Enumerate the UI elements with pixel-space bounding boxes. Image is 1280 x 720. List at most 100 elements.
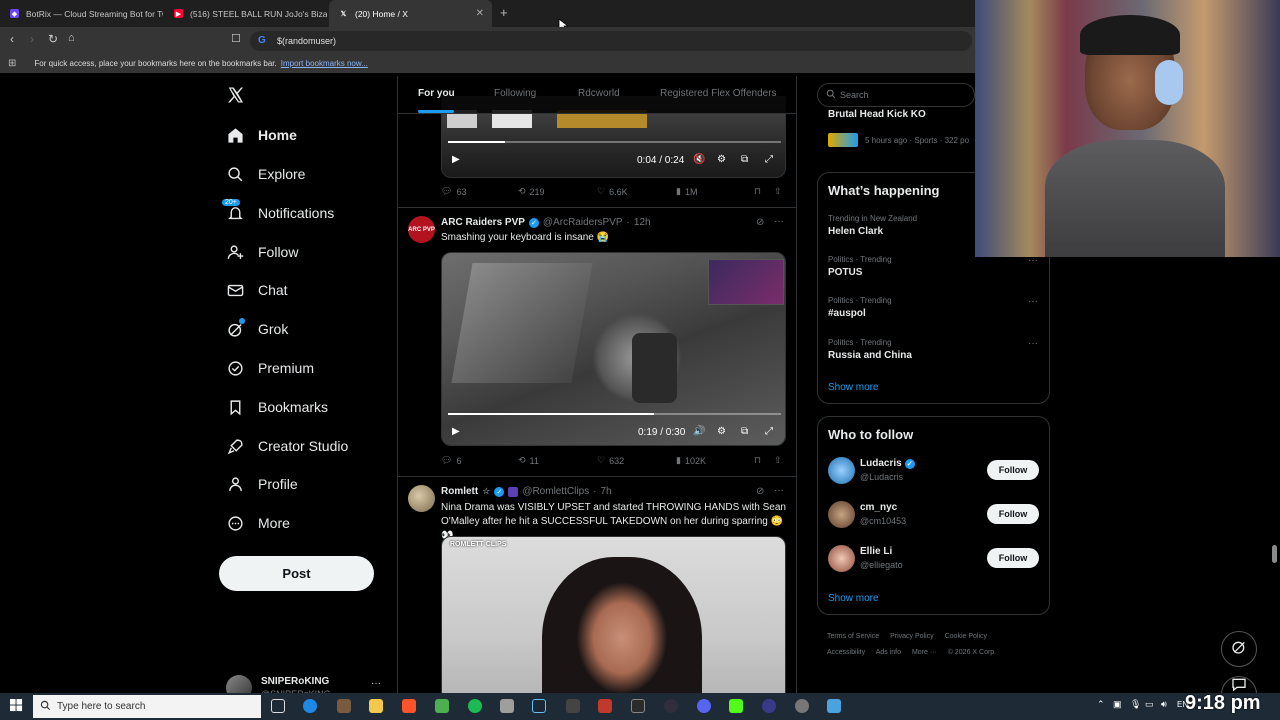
import-bookmarks-link[interactable]: Import bookmarks now... xyxy=(281,59,368,68)
app-icon[interactable] xyxy=(598,699,612,713)
browser-tab-x-home[interactable]: 𝕏 (20) Home / X ✕ xyxy=(329,0,492,27)
nav-explore[interactable]: Explore xyxy=(226,162,305,186)
tweet-time[interactable]: 12h xyxy=(634,217,651,228)
reply-action[interactable]: 💬︎ 6 xyxy=(441,455,461,466)
task-view-icon[interactable] xyxy=(271,699,285,713)
app-icon[interactable] xyxy=(435,699,449,713)
file-explorer-icon[interactable] xyxy=(369,699,383,713)
show-more-link[interactable]: Show more xyxy=(828,593,879,604)
app-icon[interactable] xyxy=(500,699,514,713)
grok-analyze-icon[interactable]: ⊘ xyxy=(756,217,764,228)
more-options-icon[interactable]: ··· xyxy=(774,216,784,227)
nav-profile[interactable]: Profile xyxy=(226,472,298,496)
app-icon[interactable] xyxy=(795,699,809,713)
footer-link-accessibility[interactable]: Accessibility xyxy=(827,649,865,656)
post-button[interactable]: Post xyxy=(219,556,374,591)
tweet-video[interactable]: ▶ 0:19 / 0:30 🔊 ⚙ ⧉ ⤢ xyxy=(441,252,786,446)
nav-home[interactable]: Home xyxy=(226,123,297,147)
author-name[interactable]: Romlett xyxy=(441,486,478,497)
nav-chat[interactable]: Chat xyxy=(226,278,288,302)
author-name[interactable]: ARC Raiders PVP xyxy=(441,217,525,228)
search-input[interactable]: Search xyxy=(817,83,975,107)
mute-icon[interactable]: 🔇 xyxy=(693,154,705,165)
steam-icon[interactable] xyxy=(532,699,546,713)
avatar[interactable]: ARC PVP xyxy=(408,216,435,243)
video-progress-track[interactable] xyxy=(448,413,781,415)
tab-for-you[interactable]: For you xyxy=(418,88,455,99)
settings-icon[interactable]: ⚙ xyxy=(717,426,726,437)
more-options-icon[interactable]: ··· xyxy=(1028,338,1038,349)
show-more-link[interactable]: Show more xyxy=(828,382,879,393)
obs-icon[interactable] xyxy=(664,699,678,713)
nav-bookmarks[interactable]: Bookmarks xyxy=(226,395,328,419)
app-icon[interactable] xyxy=(827,699,841,713)
footer-link-privacy[interactable]: Privacy Policy xyxy=(890,633,934,640)
play-icon[interactable]: ▶ xyxy=(452,154,460,165)
footer-link-cookies[interactable]: Cookie Policy xyxy=(945,633,987,640)
settings-icon[interactable]: ⚙ xyxy=(717,154,726,165)
volume-icon[interactable]: 🔊 xyxy=(693,426,705,437)
share-icon[interactable]: ⇧ xyxy=(774,455,782,466)
more-options-icon[interactable]: ··· xyxy=(774,485,784,496)
home-browser-icon[interactable]: ⌂ xyxy=(68,32,75,44)
pip-icon[interactable]: ⧉ xyxy=(741,426,748,437)
footer-link-more[interactable]: More ··· xyxy=(912,649,937,656)
author-handle[interactable]: @RomlettClips xyxy=(522,486,589,497)
kick-icon[interactable] xyxy=(729,699,743,713)
reload-icon[interactable]: ↻ xyxy=(48,32,58,46)
back-icon[interactable]: ‹ xyxy=(10,32,14,46)
nav-follow[interactable]: Follow xyxy=(226,240,298,264)
browser-tab-youtube[interactable]: ▶ (516) STEEL BALL RUN JoJo's Bizarre xyxy=(164,0,327,27)
nav-creator-studio[interactable]: Creator Studio xyxy=(226,434,348,458)
browser-tab-botrix[interactable]: ◆ BotRix — Cloud Streaming Bot for Tw xyxy=(0,0,163,27)
like-action[interactable]: ♡ 632 xyxy=(597,455,624,466)
pip-icon[interactable]: ⧉ xyxy=(741,154,748,165)
follow-button[interactable]: Follow xyxy=(987,548,1039,568)
play-icon[interactable]: ▶ xyxy=(452,426,460,437)
tab-registered-flex-offenders[interactable]: Registered Flex Offenders xyxy=(660,88,777,99)
nav-more[interactable]: More xyxy=(226,511,290,535)
nav-grok[interactable]: Grok xyxy=(226,317,288,341)
apps-grid-icon[interactable]: ⊞ xyxy=(8,58,16,69)
edge-app-icon[interactable] xyxy=(303,699,317,713)
bookmark-page-icon[interactable]: ☐ xyxy=(231,32,241,45)
app-icon[interactable] xyxy=(337,699,351,713)
video-progress-track[interactable] xyxy=(448,141,781,143)
discord-icon[interactable] xyxy=(697,699,711,713)
views-action[interactable]: ▮ 102K xyxy=(676,455,706,466)
address-bar[interactable]: G $(randomuser) xyxy=(250,31,972,51)
windows-start-icon[interactable] xyxy=(10,699,23,717)
repost-action[interactable]: ⟲ 219 xyxy=(518,186,545,197)
share-icon[interactable]: ⇧ xyxy=(774,186,782,197)
microphone-icon[interactable]: 🎙︎ xyxy=(1130,699,1141,710)
author-handle[interactable]: @ArcRaidersPVP xyxy=(543,217,623,228)
tray-chevron-icon[interactable]: ⌃ xyxy=(1097,699,1105,710)
nav-premium[interactable]: Premium xyxy=(226,356,314,380)
app-icon[interactable] xyxy=(762,699,776,713)
like-action[interactable]: ♡ 6.6K xyxy=(597,186,628,197)
brave-browser-icon[interactable] xyxy=(402,699,416,713)
footer-link-terms[interactable]: Terms of Service xyxy=(827,633,879,640)
tweet-time[interactable]: 7h xyxy=(601,486,612,497)
close-tab-icon[interactable]: ✕ xyxy=(476,8,484,19)
more-options-icon[interactable]: ··· xyxy=(1028,296,1038,307)
network-icon[interactable]: ▭ xyxy=(1145,699,1154,710)
nav-notifications[interactable]: 20+ Notifications xyxy=(222,199,334,225)
volume-icon[interactable]: 🔊︎ xyxy=(1161,699,1167,710)
avatar[interactable] xyxy=(408,485,435,512)
views-action[interactable]: ▮ 1M xyxy=(676,186,697,197)
tray-icon[interactable]: ▣ xyxy=(1113,699,1122,710)
grok-floating-button[interactable] xyxy=(1221,631,1257,667)
tab-following[interactable]: Following xyxy=(494,88,536,99)
app-icon[interactable] xyxy=(566,699,580,713)
repost-action[interactable]: ⟲ 11 xyxy=(518,455,539,466)
follow-button[interactable]: Follow xyxy=(987,504,1039,524)
fullscreen-icon[interactable]: ⤢ xyxy=(765,426,773,437)
bookmark-tweet-icon[interactable]: ⊓ xyxy=(754,455,761,466)
grok-analyze-icon[interactable]: ⊘ xyxy=(756,486,764,497)
taskbar-clock[interactable]: 9:18 pm xyxy=(1185,692,1261,715)
spotify-icon[interactable] xyxy=(468,699,482,713)
page-scrollbar[interactable] xyxy=(1272,545,1277,563)
epic-games-icon[interactable] xyxy=(631,699,645,713)
fullscreen-icon[interactable]: ⤢ xyxy=(765,154,773,165)
